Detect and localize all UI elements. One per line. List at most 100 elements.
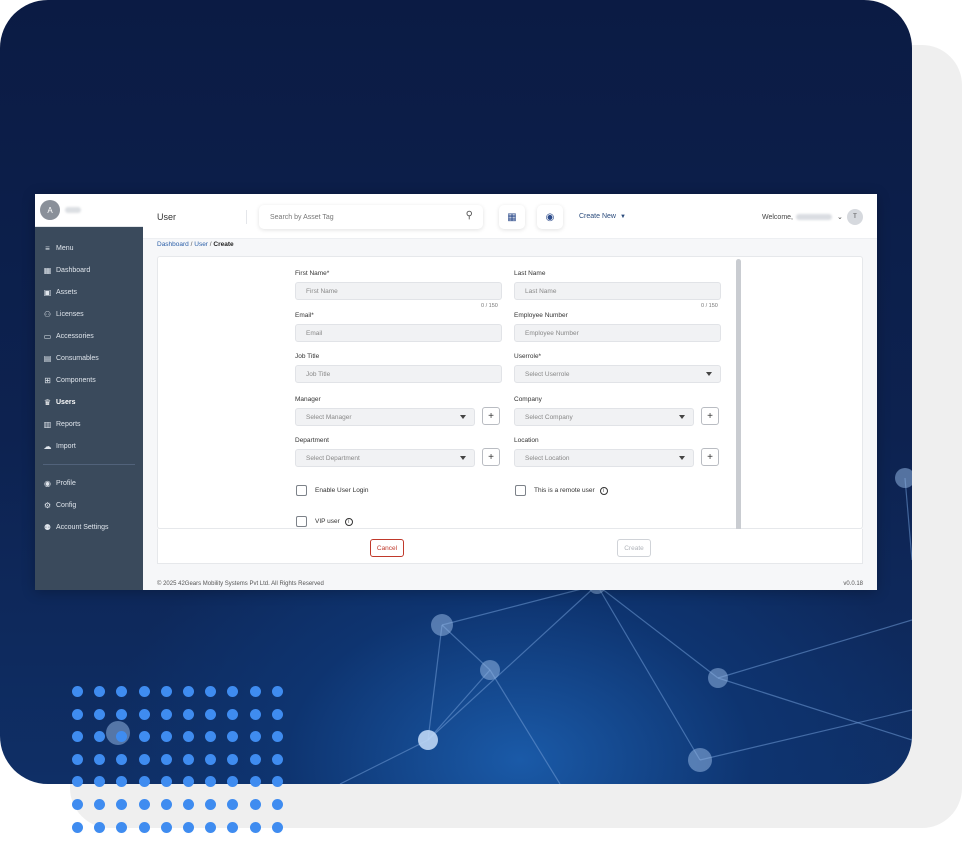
email-field[interactable]: Email [295,324,502,342]
decor-dot [182,708,194,720]
department-label: Department [295,437,329,444]
manager-label: Manager [295,396,321,403]
form-actions: Cancel Create [157,529,863,564]
add-department-button[interactable]: + [482,448,500,466]
add-user-button[interactable]: ◉ [537,205,563,229]
decor-dot [94,753,106,765]
sidebar-item-label: Menu [56,244,74,252]
decor-dot [160,708,172,720]
decor-dot [227,753,239,765]
licenses-icon: ⚇ [43,309,52,319]
job-title-field[interactable]: Job Title [295,365,502,383]
decor-dot [205,821,217,833]
add-user-icon: ◉ [545,211,555,223]
last-name-placeholder: Last Name [525,287,557,295]
assets-icon: ▣ [43,287,52,297]
cancel-button[interactable]: Cancel [370,539,404,557]
sidebar-item-label: Licenses [56,310,84,318]
sidebar-item-assets[interactable]: ▣ Assets [35,281,143,303]
sidebar-item-label: Config [56,501,77,509]
decor-dot [94,798,106,810]
decor-dot [116,821,128,833]
add-manager-button[interactable]: + [482,407,500,425]
search-input[interactable]: Search by Asset Tag ⚲ [259,205,483,229]
location-select[interactable]: Select Location [514,449,694,467]
sidebar-item-label: Components [56,376,96,384]
sidebar-item-licenses[interactable]: ⚇ Licenses [35,303,143,325]
company-select[interactable]: Select Company [514,408,694,426]
enable-login-checkbox[interactable] [296,485,307,496]
sidebar-item-reports[interactable]: ▥ Reports [35,413,143,435]
sidebar-item-components[interactable]: ⊞ Components [35,369,143,391]
decor-dot [72,776,83,788]
breadcrumb-dashboard[interactable]: Dashboard [157,241,189,248]
create-button[interactable]: Create [617,539,651,557]
users-icon: ♛ [43,397,52,407]
add-location-button[interactable]: + [701,448,719,466]
decor-dot [182,821,194,833]
decor-dot [94,708,106,720]
employee-number-field[interactable]: Employee Number [514,324,721,342]
decor-dot [116,731,128,743]
main-content: User Search by Asset Tag ⚲ ▦ ◉ Create Ne… [143,194,877,590]
decor-dot [205,708,217,720]
dropdown-arrow-icon [460,456,466,460]
welcome-menu[interactable]: Welcome, ⌄ [762,213,843,222]
manager-placeholder: Select Manager [306,413,352,421]
vip-user-checkbox[interactable] [296,516,307,527]
dashboard-icon: ▦ [43,265,52,275]
decor-dot [116,776,128,788]
sidebar-item-import[interactable]: ☁ Import [35,435,143,457]
sidebar-item-label: Import [56,442,76,450]
last-name-group: Last Name Last Name [514,270,721,300]
department-select[interactable]: Select Department [295,449,475,467]
scan-icon: ▦ [507,211,517,223]
location-placeholder: Select Location [525,454,570,462]
user-avatar[interactable]: T [847,209,863,225]
dot-pattern [72,686,283,833]
breadcrumb-current: Create [213,241,234,248]
sidebar-item-config[interactable]: ⚙ Config [35,494,143,516]
app-window: A ≡ Menu ▦ Dashboard ▣ Assets ⚇ Licenses ▭ Access… [35,194,877,590]
last-name-field[interactable]: Last Name [514,282,721,300]
sidebar-item-profile[interactable]: ◉ Profile [35,472,143,494]
userrole-select[interactable]: Select Userrole [514,365,721,383]
email-group: Email* Email [295,312,502,342]
dropdown-arrow-icon [460,415,466,419]
decor-dot [271,776,283,788]
first-name-field[interactable]: First Name [295,282,502,300]
top-bar: User Search by Asset Tag ⚲ ▦ ◉ Create Ne… [143,194,877,239]
department-group: Department Select Department [295,437,475,467]
sidebar-item-users[interactable]: ♛ Users [35,391,143,413]
avatar[interactable]: A [40,200,60,220]
first-name-group: First Name* First Name [295,270,502,300]
decor-dot [205,753,217,765]
decor-dot [227,731,239,743]
create-new-dropdown[interactable]: Create New ▼ [579,213,626,220]
breadcrumb-separator: / [209,241,212,248]
search-icon[interactable]: ⚲ [466,210,473,221]
account-settings-icon: ⚉ [43,522,52,532]
scan-asset-button[interactable]: ▦ [499,205,525,229]
decor-dot [271,753,283,765]
info-icon[interactable]: i [599,486,608,495]
dropdown-arrow-icon [679,456,685,460]
sidebar-item-menu[interactable]: ≡ Menu [35,237,143,259]
userrole-placeholder: Select Userrole [525,370,570,378]
add-company-button[interactable]: + [701,407,719,425]
sidebar-divider [43,464,135,465]
sidebar-item-account-settings[interactable]: ⚉ Account Settings [35,516,143,538]
manager-select[interactable]: Select Manager [295,408,475,426]
decor-dot [205,776,217,788]
remote-user-checkbox[interactable] [515,485,526,496]
form-scrollbar[interactable] [736,259,741,531]
breadcrumb-user[interactable]: User [194,241,208,248]
remote-user-row: This is a remote user i [515,485,608,496]
sidebar-item-accessories[interactable]: ▭ Accessories [35,325,143,347]
info-icon[interactable]: i [344,517,353,526]
sidebar-item-dashboard[interactable]: ▦ Dashboard [35,259,143,281]
components-icon: ⊞ [44,375,51,385]
sidebar-item-consumables[interactable]: ▤ Consumables [35,347,143,369]
user-form: First Name* First Name 0 / 150 Last Name… [158,257,864,530]
page-title: User [157,212,177,222]
